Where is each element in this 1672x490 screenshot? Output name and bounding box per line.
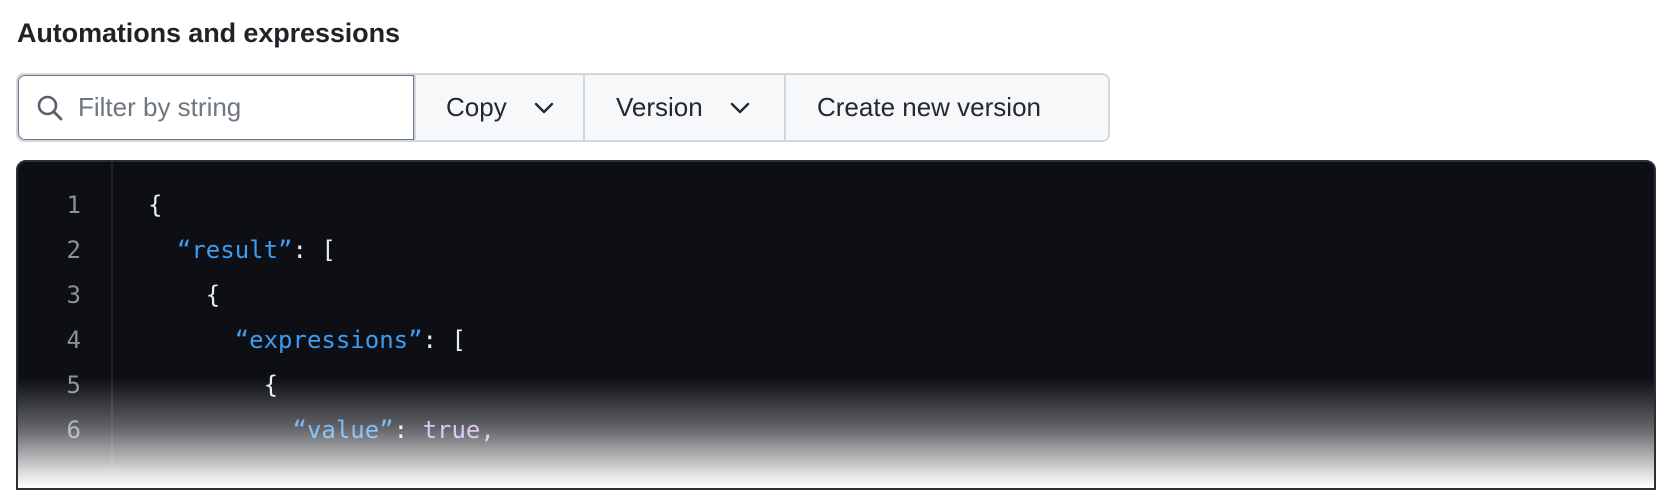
line-number: 3 xyxy=(66,281,81,309)
code-line: { xyxy=(148,191,162,219)
code-line: { xyxy=(148,281,220,309)
json-punctuation: : [ xyxy=(422,326,466,354)
line-number: 4 xyxy=(66,326,81,354)
json-key: “result” xyxy=(176,236,293,264)
version-button-label: Version xyxy=(616,92,703,122)
create-new-version-label: Create new version xyxy=(817,92,1041,122)
search-icon xyxy=(36,94,64,122)
line-number: 1 xyxy=(66,191,81,219)
page-title: Automations and expressions xyxy=(17,18,400,48)
create-new-version-button[interactable]: Create new version xyxy=(784,75,1108,140)
code-editor[interactable]: 123456 { “result”: [ { “expressions”: [ … xyxy=(16,160,1656,490)
line-number: 2 xyxy=(66,236,81,264)
toolbar: Copy Version Create new version xyxy=(16,73,1110,142)
json-punctuation: : xyxy=(393,416,423,444)
json-key: “expressions” xyxy=(234,326,423,354)
chevron-down-icon xyxy=(533,97,555,119)
json-punctuation: { xyxy=(263,371,279,399)
chevron-down-icon xyxy=(729,97,751,119)
json-key: “value” xyxy=(292,416,394,444)
search-box[interactable] xyxy=(18,75,416,140)
copy-button-label: Copy xyxy=(446,92,507,122)
line-number-gutter: 1 2 3 4 5 6 xyxy=(18,162,113,488)
json-punctuation: : [ xyxy=(292,236,336,264)
json-punctuation: { xyxy=(148,191,163,219)
code-line: “expressions”: [ xyxy=(148,326,466,354)
code-line: “value”: true, xyxy=(148,416,495,444)
line-number: 6 xyxy=(66,416,81,444)
search-input[interactable] xyxy=(78,92,378,123)
line-number: 5 xyxy=(66,371,81,399)
code-line: { xyxy=(148,371,278,399)
code-line: “result”: [ xyxy=(148,236,336,264)
version-button[interactable]: Version xyxy=(583,75,784,140)
json-punctuation: { xyxy=(205,281,221,309)
json-value: true, xyxy=(422,416,495,444)
copy-button[interactable]: Copy xyxy=(416,75,583,140)
